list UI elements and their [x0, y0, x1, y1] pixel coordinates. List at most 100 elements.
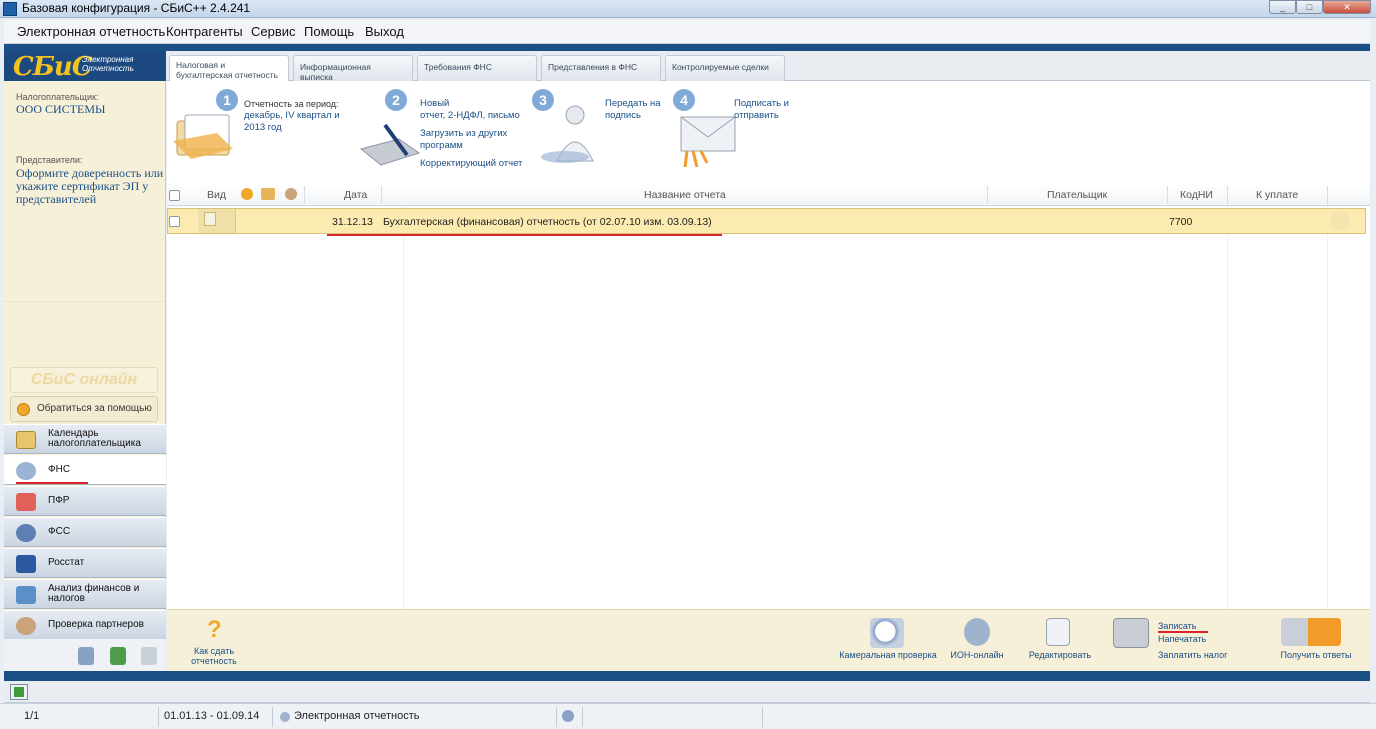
- status-divider: [556, 707, 557, 727]
- logo-sub2: Отчетность: [82, 64, 134, 73]
- step-4-line1: Подписать и: [734, 98, 789, 109]
- question-icon[interactable]: ?: [207, 616, 222, 644]
- header-date[interactable]: Дата: [344, 189, 367, 201]
- pay-tax-button[interactable]: Заплатить налог: [1158, 650, 1227, 660]
- grid-col-divider: [1327, 184, 1328, 609]
- save-button[interactable]: Записать: [1158, 621, 1196, 631]
- taxpayer-label: Налогоплательщик:: [16, 92, 99, 102]
- header-tax-code[interactable]: КодНИ: [1180, 189, 1213, 201]
- step-2-line4: программ: [420, 140, 463, 151]
- step-3-link[interactable]: Передать на подпись: [605, 98, 661, 122]
- step-4-badge: 4: [673, 89, 695, 111]
- document-icon: [204, 212, 216, 226]
- step-2-new-link[interactable]: Новый отчет, 2-НДФЛ, письмо: [420, 98, 520, 122]
- bottom-band: [4, 671, 1370, 681]
- menu-item-counterparties[interactable]: Контрагенты: [166, 24, 243, 39]
- nav-item-pfr[interactable]: ПФР: [4, 486, 166, 516]
- step-2-correct-link[interactable]: Корректирующий отчет: [420, 158, 522, 170]
- representatives-label: Представители:: [16, 155, 83, 165]
- status-period[interactable]: 01.01.13 - 01.09.14: [164, 710, 259, 722]
- menu-item-help[interactable]: Помощь: [304, 24, 354, 39]
- status-bar: 1/1 01.01.13 - 01.09.14 Электронная отче…: [0, 703, 1376, 729]
- nav-item-fss[interactable]: ФСС: [4, 517, 166, 547]
- tab-info-statement[interactable]: Информационная выписка: [293, 55, 413, 82]
- sync-icon[interactable]: [562, 710, 574, 722]
- nav-item-partners[interactable]: Проверка партнеров: [4, 610, 166, 640]
- status-divider: [158, 707, 159, 727]
- window-title-bar: Базовая конфигурация - СБиС++ 2.4.241 _ …: [0, 0, 1376, 18]
- select-all-checkbox[interactable]: [169, 190, 180, 201]
- header-divider: [1227, 186, 1228, 204]
- tab-tax-reporting[interactable]: Налоговая и бухгалтерская отчетность: [169, 55, 289, 82]
- representatives-link[interactable]: Оформите доверенность или укажите сертиф…: [16, 167, 164, 206]
- tab-bar: Налоговая и бухгалтерская отчетность Инф…: [167, 51, 1370, 82]
- stamp-icon[interactable]: [285, 188, 297, 200]
- get-answers-button[interactable]: Получить ответы: [1271, 650, 1361, 660]
- step-3-line2: подпись: [605, 110, 641, 121]
- step-1-period-link[interactable]: декабрь, IV квартал и 2013 год: [244, 110, 340, 134]
- taxpayer-name[interactable]: ООО СИСТЕМЫ: [16, 103, 105, 116]
- ion-online-button[interactable]: ИОН-онлайн: [947, 650, 1007, 660]
- save-underline: [1158, 631, 1208, 633]
- row-checkbox[interactable]: [169, 216, 180, 227]
- payment-status-icon[interactable]: [1331, 212, 1349, 230]
- help-button[interactable]: Обратиться за помощью: [10, 396, 158, 422]
- step-2-line2: отчет, 2-НДФЛ, письмо: [420, 110, 520, 121]
- fst-logo-icon[interactable]: [141, 647, 157, 665]
- footer-logos: [4, 639, 166, 671]
- nav-item-analysis[interactable]: Анализ финансов и налогов: [4, 579, 166, 609]
- calendar-icon: [16, 431, 36, 449]
- fns-emblem-icon: [16, 462, 36, 480]
- download-icon[interactable]: [10, 684, 28, 700]
- step-2-line1: Новый: [420, 98, 450, 109]
- magnifier-icon[interactable]: [870, 618, 904, 648]
- status-divider: [762, 707, 763, 727]
- step-2-load-link[interactable]: Загрузить из других программ: [420, 128, 507, 152]
- nav-item-rosstat[interactable]: Росстат: [4, 548, 166, 578]
- globe-icon[interactable]: [964, 618, 990, 646]
- header-divider: [987, 186, 988, 204]
- menu-item-service[interactable]: Сервис: [251, 24, 296, 39]
- tab-fns-submissions[interactable]: Представления в ФНС: [541, 55, 661, 81]
- filter-search-icon[interactable]: [241, 188, 253, 200]
- edit-button[interactable]: Редактировать: [1027, 650, 1093, 660]
- table-row[interactable]: 31.12.13 Бухгалтерская (финансовая) отче…: [167, 208, 1366, 234]
- how-to-button[interactable]: Как сдать отчетность: [187, 646, 241, 666]
- status-divider: [272, 707, 273, 727]
- nav-label-calendar: Календарь налогоплательщика: [48, 428, 141, 449]
- secondary-toolbar: [4, 681, 1370, 703]
- menu-item-exit[interactable]: Выход: [365, 24, 404, 39]
- edit-icon[interactable]: [1046, 618, 1070, 646]
- header-payer[interactable]: Плательщик: [1047, 189, 1107, 201]
- step-3-line1: Передать на: [605, 98, 661, 109]
- header-type[interactable]: Вид: [207, 189, 226, 201]
- how-to-label: Как сдать отчетность: [191, 646, 237, 666]
- nav-item-calendar[interactable]: Календарь налогоплательщика: [4, 424, 166, 454]
- menu-item-reporting[interactable]: Электронная отчетность: [17, 24, 165, 39]
- status-mode[interactable]: Электронная отчетность: [294, 710, 419, 722]
- printer-icon[interactable]: [1113, 618, 1149, 648]
- row-underline: [327, 234, 722, 236]
- tab-fns-requirements[interactable]: Требования ФНС: [417, 55, 537, 81]
- sbis-online-logo[interactable]: СБиС онлайн: [10, 367, 158, 393]
- camera-check-button[interactable]: Камеральная проверка: [838, 650, 938, 660]
- print-button[interactable]: Напечатать: [1158, 634, 1206, 644]
- header-report-name[interactable]: Название отчета: [644, 189, 726, 201]
- fss-icon: [16, 524, 36, 542]
- fns-logo-icon[interactable]: [78, 647, 94, 665]
- header-divider: [1327, 186, 1328, 204]
- logo-sub1: Электронная: [82, 55, 134, 64]
- maximize-button[interactable]: □: [1296, 0, 1323, 14]
- header-divider: [381, 186, 382, 204]
- close-button[interactable]: ✕: [1323, 0, 1371, 14]
- header-due[interactable]: К уплате: [1256, 189, 1298, 201]
- folder-icon[interactable]: [261, 188, 275, 200]
- minimize-button[interactable]: _: [1269, 0, 1296, 14]
- row-tax-code: 7700: [1169, 216, 1193, 228]
- handshake-icon[interactable]: [1281, 618, 1341, 646]
- tab-controlled-deals[interactable]: Контролируемые сделки: [665, 55, 785, 81]
- fms-logo-icon[interactable]: [110, 647, 126, 665]
- nav-item-fns[interactable]: ФНС: [4, 455, 166, 485]
- nav-label-rosstat: Росстат: [48, 557, 85, 568]
- step-4-link[interactable]: Подписать и отправить: [734, 98, 789, 122]
